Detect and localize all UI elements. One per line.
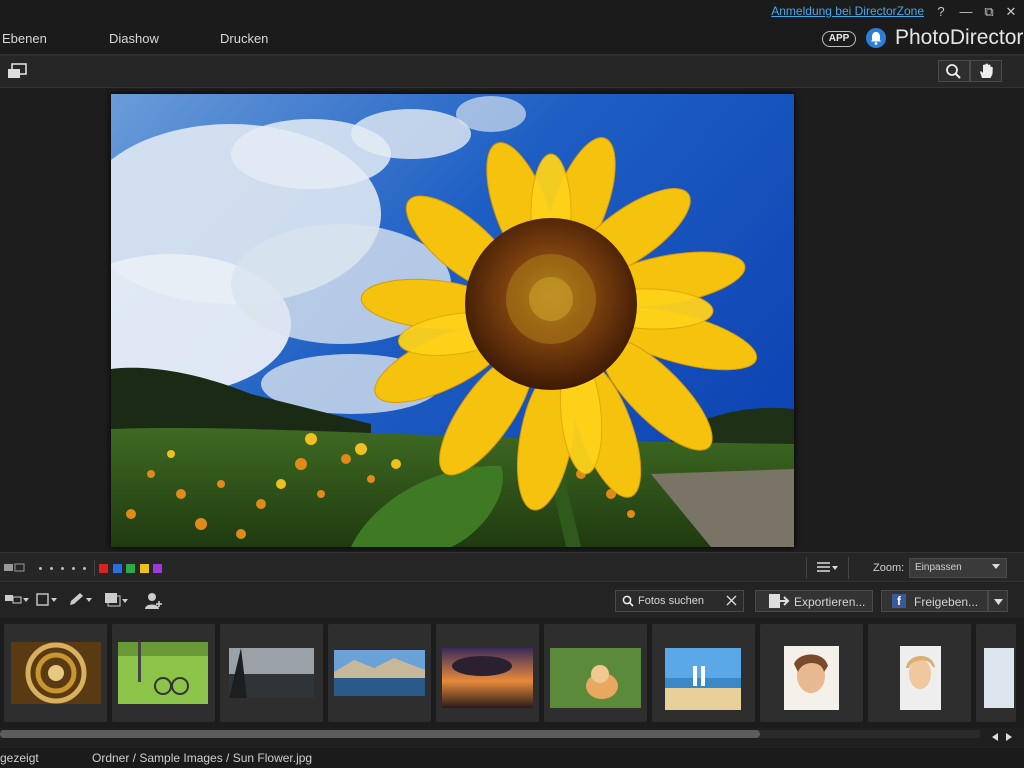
photo-meta-bar: Zoom: Einpassen — [0, 552, 1024, 582]
rating-star-3[interactable] — [61, 567, 64, 570]
zoom-tool-button[interactable] — [938, 60, 970, 82]
sort-menu-icon[interactable] — [816, 561, 840, 580]
facebook-icon: f — [892, 594, 906, 608]
scroll-left-icon[interactable] — [990, 729, 1000, 747]
directorzone-login-link[interactable]: Anmeldung bei DirectorZone — [771, 4, 924, 18]
thumbnail-mountain-lake[interactable] — [328, 624, 431, 722]
divider — [94, 560, 95, 576]
pan-tool-button[interactable] — [970, 60, 1002, 82]
thumbnail-beach-couple[interactable] — [652, 624, 755, 722]
viewer-toolbar — [0, 56, 1024, 88]
chevron-down-icon — [993, 596, 1004, 610]
color-label-green[interactable] — [126, 564, 135, 573]
filmstrip — [0, 618, 1024, 728]
share-button-label: Freigeben... — [914, 595, 979, 609]
magnifier-icon — [946, 64, 961, 79]
thumbnail-laughing-woman[interactable] — [868, 624, 971, 722]
status-bar: gezeigt Ordner / Sample Images / Sun Flo… — [0, 748, 1024, 768]
color-label-purple[interactable] — [153, 564, 162, 573]
main-photo-sunflower — [111, 94, 794, 547]
filmstrip-scroll-thumb[interactable] — [0, 730, 760, 738]
color-label-red[interactable] — [99, 564, 108, 573]
color-label-yellow[interactable] — [140, 564, 149, 573]
thumbnail-dark-lake[interactable] — [220, 624, 323, 722]
thumbnail-bicycle-field[interactable] — [112, 624, 215, 722]
flag-menu-icon[interactable] — [4, 593, 30, 612]
edit-pen-icon[interactable] — [67, 592, 95, 613]
export-icon — [768, 593, 790, 612]
status-shown-count: gezeigt — [0, 751, 39, 765]
menu-item-ebenen[interactable]: Ebenen — [2, 31, 47, 46]
export-button-label: Exportieren... — [794, 595, 866, 609]
thumbnail-sunset-sea[interactable] — [436, 624, 539, 722]
filmstrip-scrollbar[interactable] — [0, 730, 980, 738]
share-button[interactable]: f Freigeben... — [881, 590, 988, 612]
divider — [806, 557, 807, 579]
add-person-icon[interactable] — [144, 591, 164, 616]
thumbnail-smiling-woman[interactable] — [760, 624, 863, 722]
scroll-right-icon[interactable] — [1004, 729, 1014, 747]
help-button[interactable]: ? — [930, 2, 952, 22]
rating-star-2[interactable] — [50, 567, 53, 570]
restore-button[interactable]: ⧉ — [978, 2, 1000, 22]
zoom-select-value: Einpassen — [915, 562, 962, 573]
app-button[interactable]: APP — [822, 31, 856, 47]
minimize-button[interactable]: — — [955, 2, 977, 22]
photo-search-field[interactable]: Fotos suchen — [615, 590, 744, 612]
thumbnail-spiral-staircase[interactable] — [4, 624, 107, 722]
search-icon — [622, 595, 634, 610]
zoom-label: Zoom: — [873, 562, 905, 574]
clear-search-icon[interactable] — [726, 595, 737, 609]
app-brand-title: PhotoDirector — [895, 26, 1024, 49]
title-bar: Anmeldung bei DirectorZone ? — ⧉ ✕ — [0, 0, 1024, 24]
search-placeholder: Fotos suchen — [638, 595, 705, 607]
divider — [848, 557, 849, 579]
thumbnail-partial-image[interactable] — [976, 624, 1016, 722]
thumbnail-cat-grass[interactable] — [544, 624, 647, 722]
menu-item-drucken[interactable]: Drucken — [220, 31, 268, 46]
status-path: Ordner / Sample Images / Sun Flower.jpg — [92, 751, 313, 765]
rating-star-4[interactable] — [72, 567, 75, 570]
share-menu-dropdown[interactable] — [988, 590, 1008, 612]
select-menu-icon[interactable] — [36, 593, 60, 612]
module-bar: Ebenen Diashow Drucken APP PhotoDirector — [0, 24, 1024, 54]
compare-view-icon[interactable] — [6, 62, 28, 85]
library-action-bar: Fotos suchen Exportieren... f Freigeben.… — [0, 583, 1024, 618]
hand-icon — [980, 63, 993, 78]
notification-bell-icon[interactable] — [866, 28, 886, 48]
chevron-down-icon — [991, 561, 1001, 574]
rating-star-5[interactable] — [83, 567, 86, 570]
rating-star-1[interactable] — [39, 567, 42, 570]
stack-menu-icon[interactable] — [104, 592, 130, 613]
flag-filter-icon[interactable] — [4, 561, 26, 579]
color-label-blue[interactable] — [113, 564, 122, 573]
zoom-select[interactable]: Einpassen — [909, 558, 1007, 578]
close-button[interactable]: ✕ — [1000, 2, 1022, 22]
export-button[interactable]: Exportieren... — [755, 590, 873, 612]
menu-item-diashow[interactable]: Diashow — [109, 31, 159, 46]
